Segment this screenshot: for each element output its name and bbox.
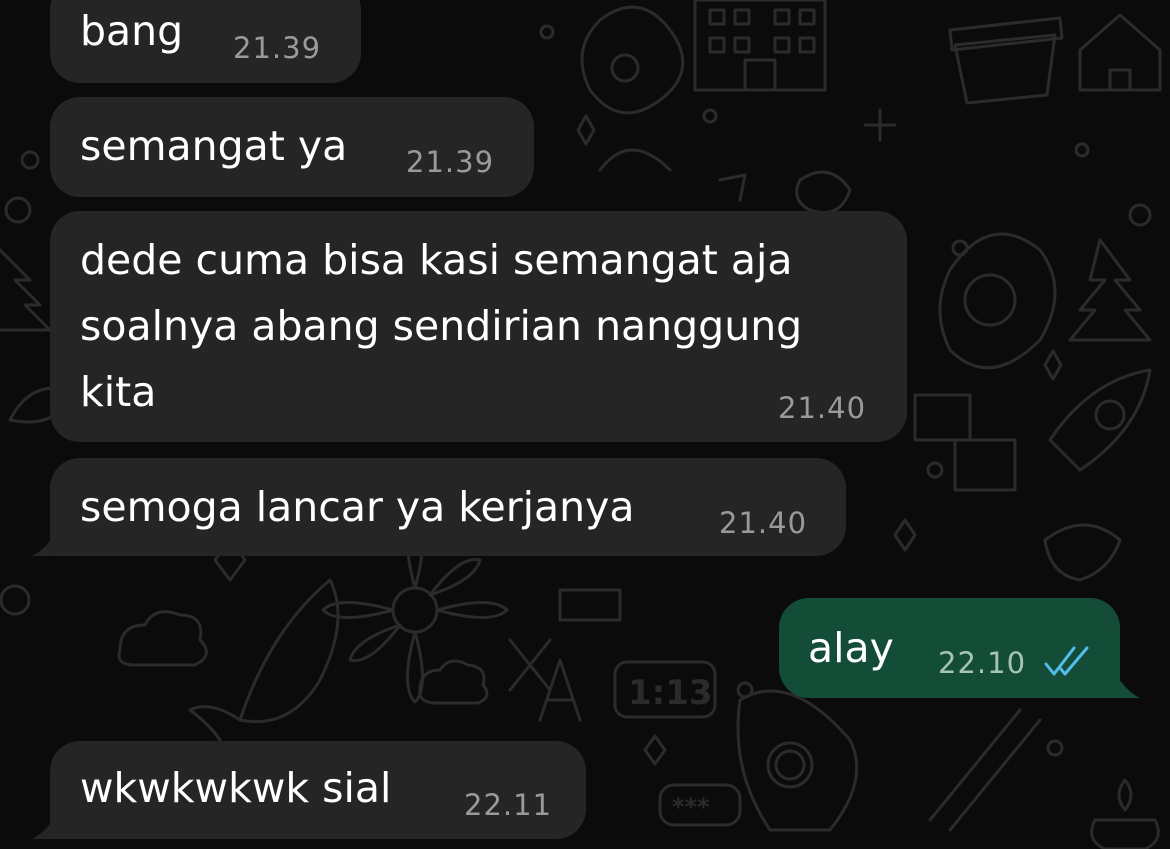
chopsticks-icon (928, 708, 1042, 832)
bird-icon (1043, 523, 1122, 582)
message-text: bang (80, 7, 184, 55)
plus-icon (863, 108, 897, 142)
message-timestamp: 21.39 (406, 145, 495, 179)
message-bubble[interactable]: wkwkwkwk sial 22.11 (50, 741, 586, 839)
svg-text:***: *** (672, 793, 710, 821)
message-timestamp: 22.11 (464, 788, 553, 822)
message-text-line: soalnya abang sendirian nanggung (80, 302, 803, 350)
avocado-icon (938, 232, 1057, 370)
message-text: semoga lancar ya kerjanya (80, 483, 635, 531)
message-bubble[interactable]: bang 21.39 (50, 0, 361, 83)
cloud-icon (117, 610, 489, 705)
egg-icon (580, 5, 685, 115)
sun-icon (766, 741, 814, 789)
whale-icon (188, 578, 340, 742)
message-text-line: dede cuma bisa kasi semangat aja (80, 236, 793, 284)
message-timestamp: 21.39 (233, 31, 322, 65)
message-text-line: kita (80, 368, 157, 416)
candle-icon (1090, 778, 1160, 849)
svg-text:1:13: 1:13 (628, 673, 713, 713)
password-icon: *** (658, 783, 742, 827)
message-timestamp: 21.40 (719, 506, 808, 540)
rocket-icon (1048, 368, 1152, 472)
message-text: semangat ya (80, 122, 348, 170)
house-icon (1078, 13, 1162, 92)
flowerpot-icon (948, 16, 1064, 105)
message-text: wkwkwkwk sial (80, 764, 392, 812)
building-icon (693, 0, 827, 92)
clock-icon: 1:13 (613, 660, 717, 719)
message-timestamp: 22.10 (938, 646, 1027, 680)
read-receipt-icon (1044, 646, 1089, 676)
message-text: alay (808, 624, 894, 672)
message-bubble[interactable]: semangat ya 21.39 (50, 97, 534, 197)
message-bubble[interactable]: dede cuma bisa kasi semangat aja soalnya… (50, 211, 907, 442)
message-timestamp: 21.40 (778, 391, 867, 425)
message-bubble[interactable]: alay 22.10 (779, 598, 1120, 698)
bowl-icon (736, 689, 859, 832)
message-bubble[interactable]: semoga lancar ya kerjanya 21.40 (50, 458, 846, 556)
